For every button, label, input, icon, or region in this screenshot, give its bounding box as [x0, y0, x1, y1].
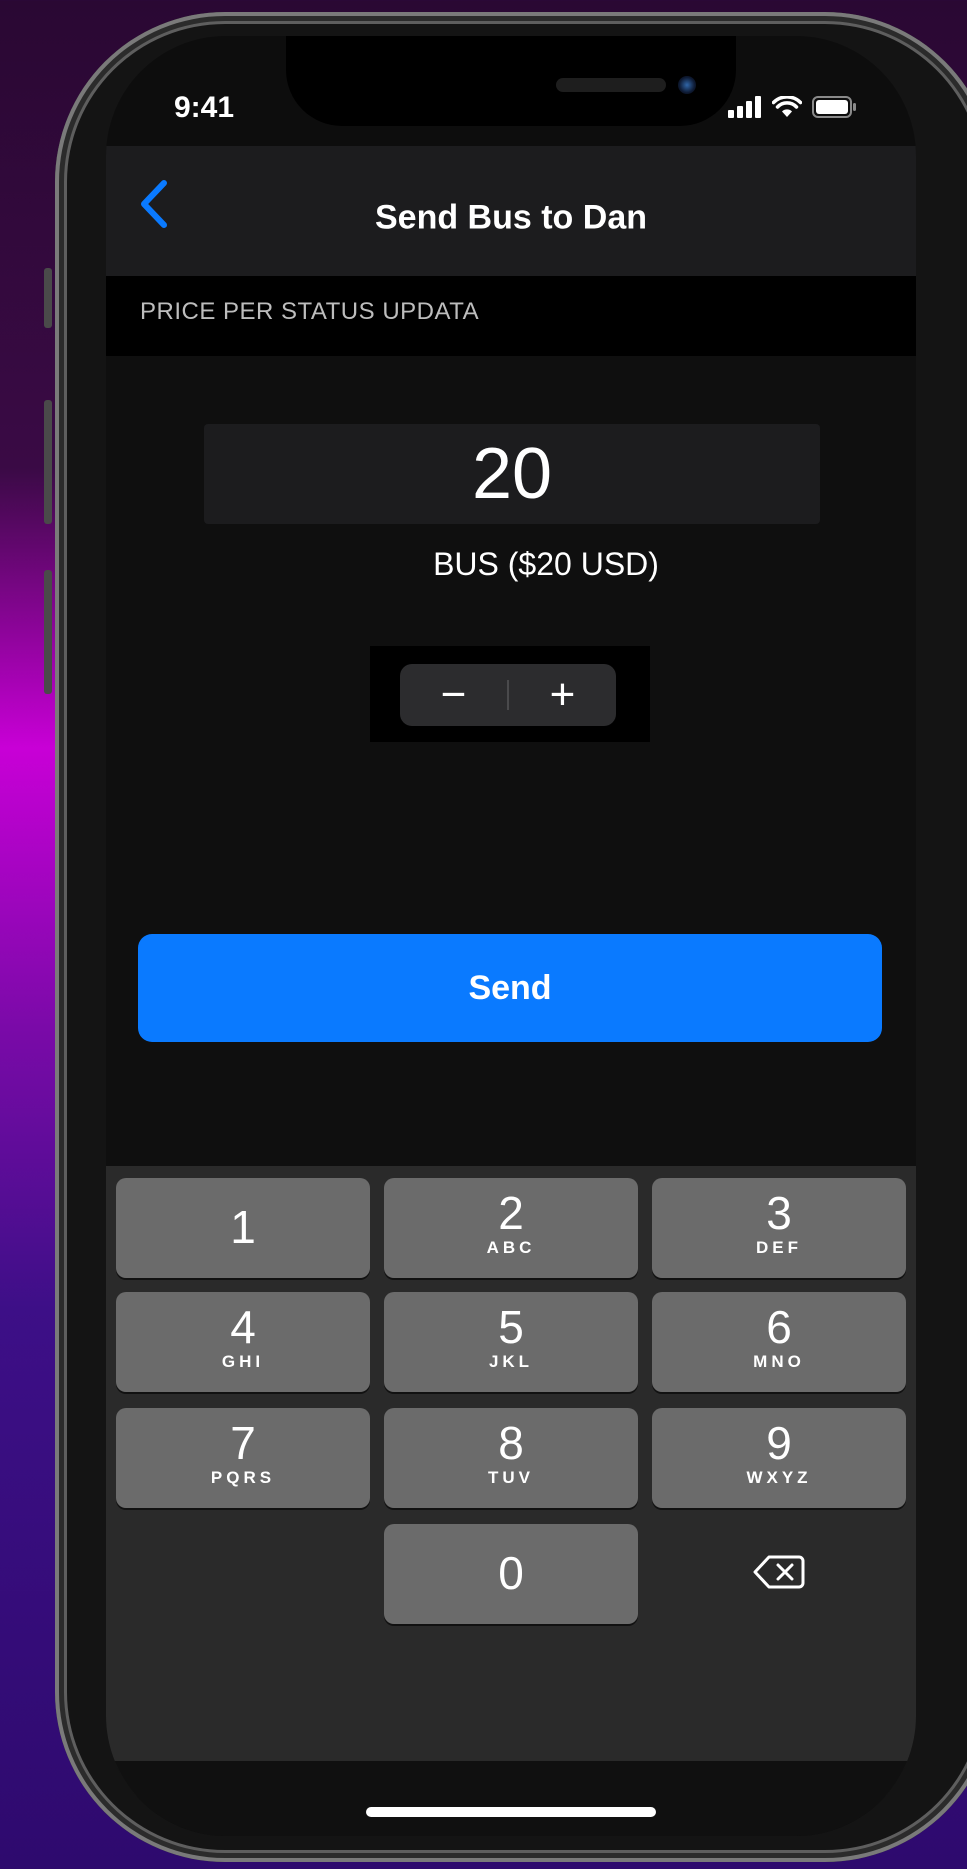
phone-screen: 9:41 Send Bus to Dan PRICE PER STATUS UP…: [106, 36, 916, 1836]
navigation-bar: Send Bus to Dan: [106, 146, 916, 276]
amount-conversion-label: BUS ($20 USD): [433, 546, 659, 582]
key-digit: 4: [230, 1301, 256, 1353]
key-letters: JKL: [488, 1352, 534, 1371]
key-1[interactable]: 1: [116, 1178, 370, 1278]
key-5[interactable]: 5 JKL: [384, 1292, 638, 1392]
key-digit: 1: [230, 1201, 256, 1253]
speaker-grille: [556, 78, 666, 92]
amount-input[interactable]: 20: [204, 424, 820, 524]
key-digit: 7: [230, 1417, 256, 1469]
key-digit: 8: [498, 1417, 524, 1469]
key-digit: 6: [766, 1301, 792, 1353]
volume-down-button: [44, 570, 52, 694]
status-icons: [728, 95, 858, 123]
key-4[interactable]: 4 GHI: [116, 1292, 370, 1392]
amount-section: 20 BUS ($20 USD) − + Send: [106, 356, 916, 1166]
key-9[interactable]: 9 WXYZ: [652, 1408, 906, 1508]
volume-up-button: [44, 400, 52, 524]
key-7[interactable]: 7 PQRS: [116, 1408, 370, 1508]
key-letters: TUV: [488, 1468, 534, 1487]
number-keypad: 1 2 ABC 3 DEF 4 GHI 5 JKL 6 MNO 7 PQRS 8…: [106, 1166, 916, 1796]
quantity-stepper: − +: [400, 664, 616, 726]
decrement-button[interactable]: −: [400, 664, 507, 726]
home-indicator[interactable]: [366, 1807, 656, 1817]
increment-button[interactable]: +: [509, 664, 616, 726]
section-header-label: PRICE PER STATUS UPDATA: [140, 298, 480, 325]
key-letters: PQRS: [210, 1468, 276, 1487]
key-8[interactable]: 8 TUV: [384, 1408, 638, 1508]
key-6[interactable]: 6 MNO: [652, 1292, 906, 1392]
key-letters: WXYZ: [746, 1468, 812, 1487]
home-indicator-area: [106, 1761, 916, 1836]
stepper-container: − +: [370, 646, 650, 742]
cellular-signal-icon: [728, 96, 762, 123]
key-digit: 3: [766, 1187, 792, 1239]
mute-switch: [44, 268, 52, 328]
backspace-icon: [753, 1554, 805, 1595]
notch: [286, 36, 736, 126]
status-time: 9:41: [174, 91, 235, 124]
front-camera: [678, 76, 696, 94]
key-digit: 5: [498, 1301, 524, 1353]
page-title: Send Bus to Dan: [374, 198, 648, 237]
key-letters: ABC: [486, 1238, 536, 1257]
send-button[interactable]: Send: [138, 934, 882, 1042]
key-2[interactable]: 2 ABC: [384, 1178, 638, 1278]
wifi-icon: [771, 95, 803, 123]
key-digit: 9: [766, 1417, 792, 1469]
key-letters: GHI: [221, 1352, 265, 1371]
key-digit: 0: [498, 1547, 524, 1599]
key-letters: DEF: [756, 1238, 802, 1257]
delete-key[interactable]: [652, 1524, 906, 1624]
battery-icon: [812, 96, 858, 123]
key-3[interactable]: 3 DEF: [652, 1178, 906, 1278]
key-digit: 2: [498, 1187, 524, 1239]
key-0[interactable]: 0: [384, 1524, 638, 1624]
key-letters: MNO: [753, 1352, 805, 1371]
section-header: PRICE PER STATUS UPDATA: [106, 276, 916, 356]
